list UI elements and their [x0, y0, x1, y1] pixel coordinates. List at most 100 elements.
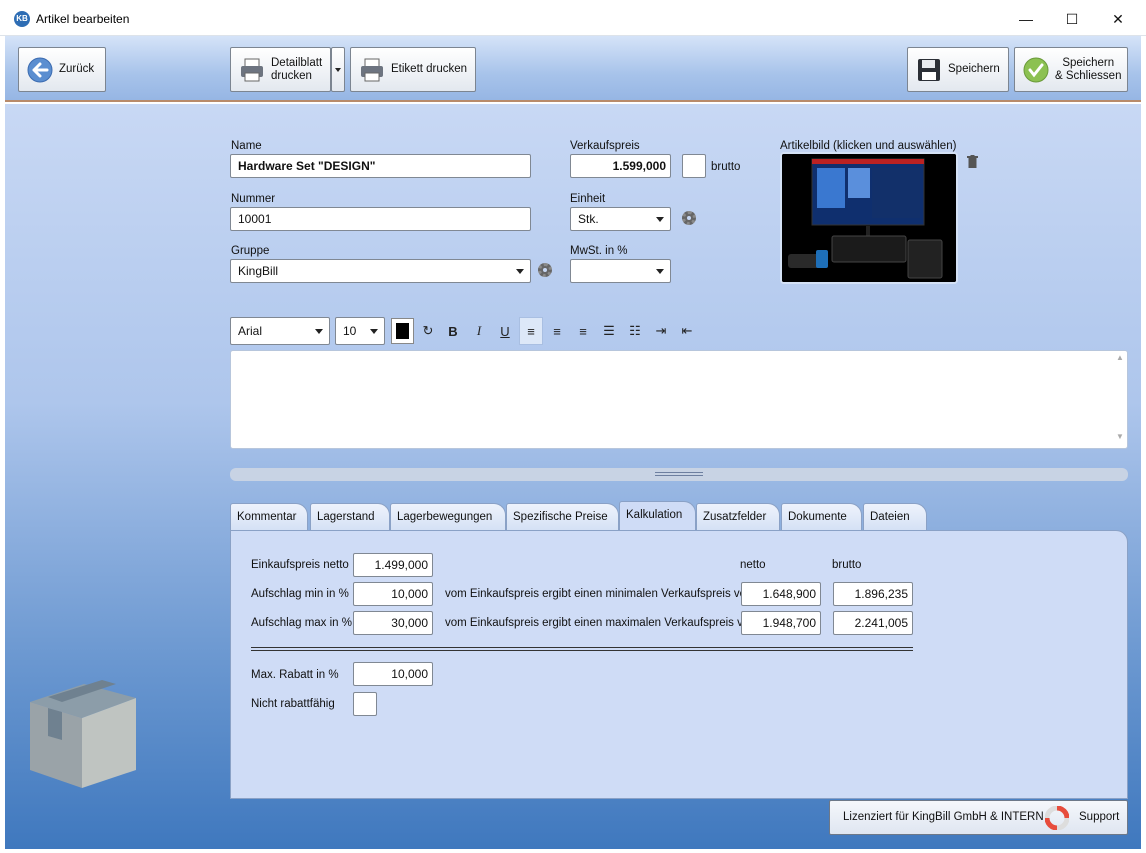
chevron-down-icon [656, 269, 664, 274]
text-color-picker[interactable] [391, 318, 414, 344]
outdent-icon[interactable]: ⇤ [675, 317, 699, 345]
markup-min-label: Aufschlag min in % [251, 588, 349, 600]
align-center-icon[interactable]: ≡ [545, 317, 569, 345]
markup-min-field[interactable]: 10,000 [353, 582, 433, 606]
number-field[interactable]: 10001 [230, 207, 531, 231]
unit-value: Stk. [578, 212, 599, 226]
support-link[interactable]: Support [1079, 811, 1119, 823]
minimize-button[interactable]: — [1003, 6, 1049, 32]
back-button[interactable]: Zurück [18, 47, 106, 92]
min-brutto-field[interactable]: 1.896,235 [833, 582, 913, 606]
box-icon [30, 680, 136, 788]
tab-spezifische-preise[interactable]: Spezifische Preise [506, 503, 619, 530]
window-title: Artikel bearbeiten [36, 12, 130, 26]
vat-select[interactable] [570, 259, 671, 283]
printer-icon [361, 58, 383, 81]
chevron-down-icon [656, 217, 664, 222]
label-print-button[interactable]: Etikett drucken [350, 47, 476, 92]
group-select[interactable]: KingBill [230, 259, 531, 283]
detail-print-label: Detailblatt drucken [271, 56, 323, 82]
license-bar: Lizenziert für KingBill GmbH & INTERN Su… [829, 800, 1128, 835]
min-netto-field[interactable]: 1.648,900 [741, 582, 821, 606]
back-label: Zurück [59, 63, 95, 75]
image-label: Artikelbild (klicken und auswählen) [780, 140, 957, 152]
indent-icon[interactable]: ⇥ [649, 317, 673, 345]
chevron-up-icon: ▲ [1116, 353, 1124, 362]
align-left-icon[interactable]: ≡ [519, 317, 543, 345]
non-discount-checkbox[interactable] [353, 692, 377, 716]
save-close-button[interactable]: Speichern & Schliessen [1014, 47, 1128, 92]
tab-dokumente[interactable]: Dokumente [781, 503, 862, 530]
detail-print-dropdown[interactable] [331, 47, 345, 92]
chevron-down-icon [370, 329, 378, 334]
tab-kommentar[interactable]: Kommentar [230, 503, 308, 530]
title-bar: KB Artikel bearbeiten — ☐ ✕ [0, 0, 1146, 36]
lifebuoy-icon[interactable] [1045, 806, 1069, 830]
gear-icon[interactable] [682, 211, 696, 225]
align-right-icon[interactable]: ≡ [571, 317, 595, 345]
trash-icon[interactable] [967, 155, 978, 168]
vat-label: MwSt. in % [570, 245, 628, 257]
brutto-label: brutto [711, 161, 741, 173]
name-field[interactable]: Hardware Set "DESIGN" [230, 154, 531, 178]
group-value: KingBill [238, 264, 279, 278]
purchase-label: Einkaufspreis netto [251, 559, 349, 571]
save-label: Speichern [948, 63, 1000, 75]
gear-icon[interactable] [538, 263, 552, 277]
brutto-checkbox[interactable] [682, 154, 706, 178]
save-button[interactable]: Speichern [907, 47, 1009, 92]
app-logo-icon: KB [14, 11, 30, 27]
tab-dateien[interactable]: Dateien [863, 503, 927, 530]
font-select[interactable]: Arial [230, 317, 330, 345]
detail-print-button[interactable]: Detailblatt drucken [230, 47, 331, 92]
close-button[interactable]: ✕ [1095, 6, 1141, 32]
label-print-label: Etikett drucken [391, 63, 468, 75]
tab-lagerbewegungen[interactable]: Lagerbewegungen [390, 503, 506, 530]
size-value: 10 [343, 324, 357, 338]
size-select[interactable]: 10 [335, 317, 385, 345]
max-netto-field[interactable]: 1.948,700 [741, 611, 821, 635]
chevron-down-icon [315, 329, 323, 334]
checkmark-icon [1023, 57, 1049, 82]
italic-button[interactable]: I [467, 317, 491, 345]
price-label: Verkaufspreis [570, 140, 640, 152]
chevron-down-icon [335, 67, 341, 72]
max-brutto-field[interactable]: 2.241,005 [833, 611, 913, 635]
unit-label: Einheit [570, 193, 606, 205]
license-text: Lizenziert für KingBill GmbH & INTERN [843, 811, 1044, 823]
toolbar: Zurück Detailblatt drucken Etikett druck… [5, 36, 1141, 102]
pos-hardware-image [782, 154, 956, 282]
splitter[interactable] [230, 468, 1128, 481]
printer-icon [241, 58, 263, 81]
group-label: Gruppe [231, 245, 270, 257]
product-image[interactable] [780, 152, 958, 284]
save-close-label: Speichern & Schliessen [1055, 56, 1122, 82]
chevron-down-icon [516, 269, 524, 274]
bold-button[interactable]: B [441, 317, 465, 345]
scrollbar[interactable]: ▲ ▼ [1115, 353, 1125, 446]
markup-max-field[interactable]: 30,000 [353, 611, 433, 635]
maximize-button[interactable]: ☐ [1049, 6, 1095, 32]
font-value: Arial [238, 324, 263, 338]
numbered-list-icon[interactable]: ☷ [623, 317, 647, 345]
name-label: Name [231, 140, 262, 152]
bullet-list-icon[interactable]: ☰ [597, 317, 621, 345]
unit-select[interactable]: Stk. [570, 207, 671, 231]
purchase-field[interactable]: 1.499,000 [353, 553, 433, 577]
markup-min-text: vom Einkaufspreis ergibt einen minimalen… [445, 588, 753, 600]
brutto-header: brutto [832, 559, 862, 571]
description-editor[interactable]: ▲ ▼ [230, 350, 1128, 449]
arrow-left-icon [27, 57, 53, 82]
tab-zusatzfelder[interactable]: Zusatzfelder [696, 503, 780, 530]
undo-icon[interactable]: ↻ [416, 317, 440, 345]
grip-icon [655, 472, 703, 476]
netto-header: netto [740, 559, 766, 571]
chevron-down-icon: ▼ [1116, 432, 1124, 441]
tab-lagerstand[interactable]: Lagerstand [310, 503, 390, 530]
price-field[interactable]: 1.599,000 [570, 154, 671, 178]
discount-field[interactable]: 10,000 [353, 662, 433, 686]
tab-kalkulation[interactable]: Kalkulation [619, 501, 696, 531]
discount-label: Max. Rabatt in % [251, 669, 339, 681]
underline-button[interactable]: U [493, 317, 517, 345]
number-label: Nummer [231, 193, 276, 205]
